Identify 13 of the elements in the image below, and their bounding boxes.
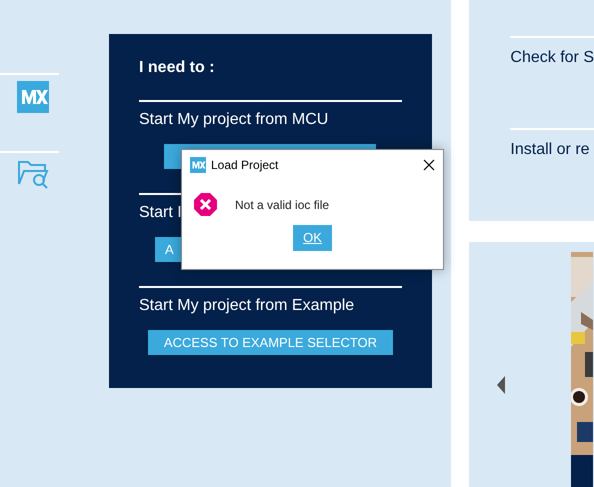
carousel-left-arrow-icon[interactable] [497, 376, 506, 394]
menu-item[interactable]: Check for S [510, 46, 594, 70]
section-title: Start My project from Example [139, 296, 354, 316]
close-icon[interactable] [423, 159, 435, 171]
menu-item[interactable]: Install or re [510, 138, 594, 162]
section-title: Start My project from MCU [139, 110, 328, 130]
error-icon [194, 193, 217, 216]
section-title: Start I [139, 203, 182, 223]
dialog-title: Load Project [211, 157, 280, 174]
error-message: Not a valid ioc file [235, 196, 330, 214]
panel-heading: I need to : [139, 58, 216, 78]
mx-logo-icon [190, 157, 206, 173]
mx-logo-icon[interactable] [17, 81, 49, 113]
